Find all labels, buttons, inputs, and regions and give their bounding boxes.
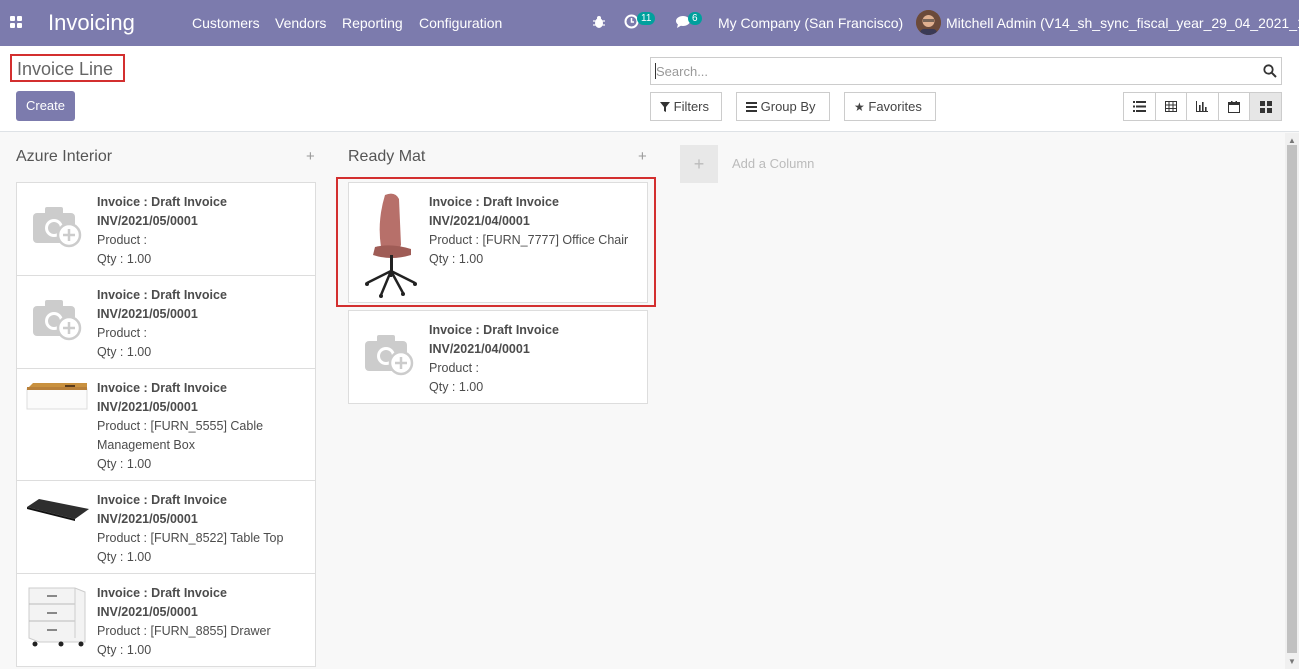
card-product: Product : <box>97 233 148 247</box>
card-invoice-number: INV/2021/05/0001 <box>97 400 198 414</box>
calendar-view-button[interactable] <box>1219 93 1251 120</box>
graph-view-button[interactable] <box>1187 93 1219 120</box>
column-quick-create-button[interactable]: + <box>306 148 315 165</box>
office-chair-image <box>365 193 417 298</box>
card-product: Product : [FURN_8855] Drawer <box>97 624 271 638</box>
kanban-card[interactable]: Invoice : Draft Invoice INV/2021/04/0001… <box>348 182 648 303</box>
card-qty: Qty : 1.00 <box>429 380 484 394</box>
card-invoice-title: Invoice : Draft Invoice <box>97 381 227 395</box>
page-title: Invoice Line <box>10 54 125 82</box>
group-by-label: Group By <box>760 99 816 114</box>
pivot-view-button[interactable] <box>1156 93 1188 120</box>
create-button[interactable]: Create <box>16 91 75 121</box>
card-invoice-title: Invoice : Draft Invoice <box>97 288 227 302</box>
view-switcher <box>1123 92 1282 121</box>
menu-vendors[interactable]: Vendors <box>275 15 326 31</box>
user-menu[interactable]: Mitchell Admin (V14_sh_sync_fiscal_year_… <box>946 15 1299 31</box>
list-view-button[interactable] <box>1124 93 1156 120</box>
column-quick-create-button[interactable]: + <box>638 148 647 165</box>
card-invoice-number: INV/2021/05/0001 <box>97 605 198 619</box>
search-placeholder: Search... <box>656 64 709 79</box>
column-title-ready-mat[interactable]: Ready Mat <box>348 148 425 166</box>
card-qty: Qty : 1.00 <box>97 457 152 471</box>
search-input[interactable]: Search... <box>650 57 1282 85</box>
table-icon <box>1164 101 1177 112</box>
camera-placeholder-icon <box>33 300 82 341</box>
apps-menu-icon[interactable] <box>10 16 23 29</box>
search-icon[interactable] <box>1263 64 1277 78</box>
card-invoice-number: INV/2021/05/0001 <box>97 512 198 526</box>
scroll-down-arrow[interactable]: ▼ <box>1288 657 1296 666</box>
table-top-image <box>27 499 89 521</box>
top-navbar: Invoicing Customers Vendors Reporting Co… <box>0 0 1299 46</box>
kanban-card[interactable]: Invoice : Draft Invoice INV/2021/04/0001… <box>348 310 648 404</box>
card-invoice-title: Invoice : Draft Invoice <box>97 586 227 600</box>
card-invoice-number: INV/2021/05/0001 <box>97 307 198 321</box>
drawer-image <box>28 587 86 647</box>
card-product: Product : [FURN_8522] Table Top <box>97 531 284 545</box>
card-qty: Qty : 1.00 <box>97 252 152 266</box>
favorites-label: Favorites <box>868 99 922 114</box>
board-scrollbar[interactable]: ▲ ▼ <box>1285 133 1299 669</box>
cable-box-image <box>26 383 88 410</box>
message-count-badge: 6 <box>688 12 702 25</box>
card-qty: Qty : 1.00 <box>97 345 152 359</box>
card-product: Product : [FURN_5555] Cable Management B… <box>97 419 264 452</box>
group-by-button[interactable]: Group By <box>736 92 830 121</box>
card-qty: Qty : 1.00 <box>97 643 152 657</box>
kanban-card[interactable]: Invoice : Draft Invoice INV/2021/05/0001… <box>16 573 316 667</box>
star-icon: ★ <box>854 100 865 114</box>
filter-icon <box>660 102 670 112</box>
kanban-card[interactable]: Invoice : Draft Invoice INV/2021/05/0001… <box>16 182 316 276</box>
bar-chart-icon <box>1196 101 1209 112</box>
card-product: Product : [FURN_7777] Office Chair <box>429 233 629 247</box>
kanban-card[interactable]: Invoice : Draft Invoice INV/2021/05/0001… <box>16 480 316 574</box>
card-invoice-title: Invoice : Draft Invoice <box>97 195 227 209</box>
card-qty: Qty : 1.00 <box>97 550 152 564</box>
user-avatar[interactable] <box>916 10 941 35</box>
control-panel: Invoice Line Create Search... Filters Gr… <box>0 46 1299 132</box>
camera-placeholder-icon <box>365 335 414 376</box>
bars-icon <box>746 102 757 112</box>
scrollbar-thumb[interactable] <box>1287 145 1297 653</box>
column-title-azure-interior[interactable]: Azure Interior <box>16 148 112 166</box>
menu-configuration[interactable]: Configuration <box>419 15 502 31</box>
kanban-card[interactable]: Invoice : Draft Invoice INV/2021/05/0001… <box>16 275 316 369</box>
company-switcher[interactable]: My Company (San Francisco) <box>718 15 903 31</box>
kanban-icon <box>1259 100 1272 113</box>
favorites-button[interactable]: ★ Favorites <box>844 92 936 121</box>
card-product: Product : <box>429 361 480 375</box>
card-invoice-title: Invoice : Draft Invoice <box>429 195 559 209</box>
filters-label: Filters <box>673 99 710 114</box>
add-column-label[interactable]: Add a Column <box>732 156 814 171</box>
list-icon <box>1132 101 1146 112</box>
kanban-card[interactable]: Invoice : Draft Invoice INV/2021/05/0001… <box>16 368 316 481</box>
card-product: Product : <box>97 326 148 340</box>
calendar-icon <box>1228 100 1241 113</box>
menu-reporting[interactable]: Reporting <box>342 15 403 31</box>
activity-count-badge: 11 <box>637 12 656 25</box>
card-qty: Qty : 1.00 <box>429 252 484 266</box>
app-brand[interactable]: Invoicing <box>48 10 135 36</box>
bug-icon[interactable] <box>592 15 606 29</box>
menu-customers[interactable]: Customers <box>192 15 260 31</box>
card-invoice-number: INV/2021/04/0001 <box>429 214 530 228</box>
kanban-board: Azure Interior + Invoice : Draft Invoice… <box>0 133 1285 669</box>
card-invoice-number: INV/2021/04/0001 <box>429 342 530 356</box>
filters-button[interactable]: Filters <box>650 92 722 121</box>
card-invoice-title: Invoice : Draft Invoice <box>97 493 227 507</box>
card-invoice-number: INV/2021/05/0001 <box>97 214 198 228</box>
camera-placeholder-icon <box>33 207 82 248</box>
card-invoice-title: Invoice : Draft Invoice <box>429 323 559 337</box>
add-column-button[interactable]: + <box>680 145 718 183</box>
kanban-view-button[interactable] <box>1250 93 1281 120</box>
scroll-up-arrow[interactable]: ▲ <box>1288 136 1296 145</box>
